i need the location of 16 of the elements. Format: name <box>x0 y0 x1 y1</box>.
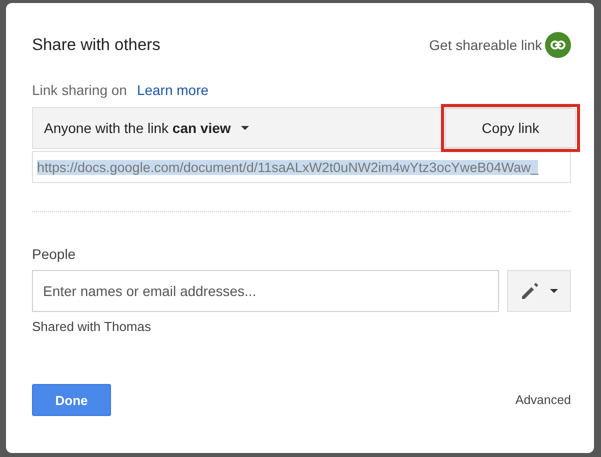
caret-icon <box>240 126 249 130</box>
link-sharing-label: Link sharing on <box>32 82 127 98</box>
advanced-link[interactable]: Advanced <box>515 393 571 407</box>
permission-button[interactable] <box>507 270 571 312</box>
people-input-field[interactable]: Enter names or email addresses... <box>32 270 499 312</box>
people-label: People <box>32 246 77 264</box>
shareable-link-button[interactable]: Get shareable link <box>429 32 571 58</box>
link-icon <box>545 32 571 58</box>
done-button[interactable]: Done <box>32 384 111 416</box>
access-dropdown[interactable]: Anyone with the link can view <box>33 108 249 148</box>
copy-link-button[interactable]: Copy link <box>445 108 576 148</box>
learn-more-link[interactable]: Learn more <box>136 82 209 98</box>
shared-with-text: Shared with Thomas <box>32 319 152 334</box>
caret-icon <box>550 289 558 293</box>
pencil-icon <box>520 281 540 301</box>
dialog-title: Share with others <box>32 36 160 54</box>
